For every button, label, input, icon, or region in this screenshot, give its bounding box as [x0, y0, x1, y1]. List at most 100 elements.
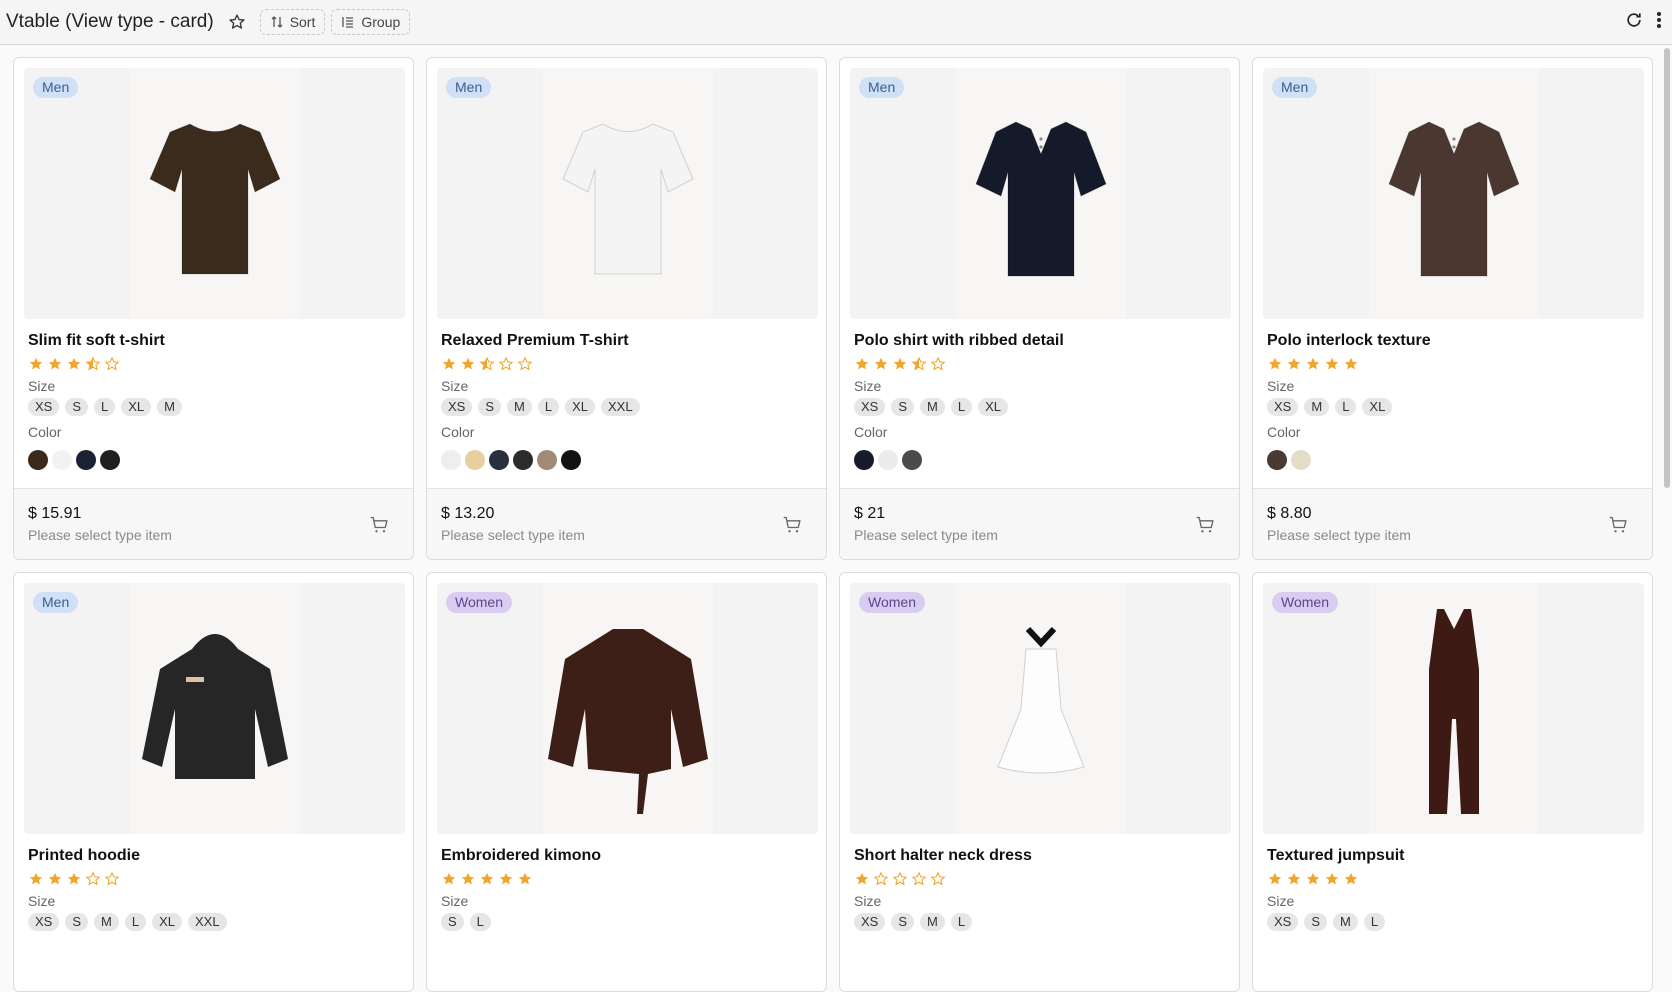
color-swatch[interactable]	[28, 450, 48, 470]
size-chip[interactable]: XL	[565, 398, 595, 416]
size-options: SL	[441, 913, 491, 931]
size-chip[interactable]: M	[1304, 398, 1330, 416]
size-chip[interactable]: M	[920, 913, 945, 931]
star-icon	[85, 871, 101, 887]
color-swatch[interactable]	[489, 450, 509, 470]
size-chip[interactable]: S	[65, 913, 89, 931]
cart-icon[interactable]	[1195, 515, 1215, 535]
size-chip[interactable]: S	[478, 398, 502, 416]
color-swatch[interactable]	[854, 450, 874, 470]
size-chip[interactable]: S	[891, 398, 915, 416]
product-card[interactable]: Men Polo shirt with ribbed detail Size XS S M…	[839, 57, 1240, 560]
product-image[interactable]	[437, 583, 818, 834]
size-chip[interactable]: XL	[121, 398, 152, 416]
size-chip[interactable]: XS	[854, 913, 886, 931]
size-chip[interactable]: XL	[978, 398, 1008, 416]
product-card[interactable]: Men Printed hoodie Size XS S M L XL XXL	[13, 572, 414, 992]
product-card[interactable]: Women Embroidered kimono Size S L	[426, 572, 827, 992]
product-image[interactable]	[24, 583, 405, 834]
star-icon	[1286, 871, 1302, 887]
star-icon	[104, 871, 120, 887]
color-swatch[interactable]	[561, 450, 581, 470]
size-chip[interactable]: XXL	[601, 398, 640, 416]
product-card[interactable]: Women Textured jumpsuit Size XS S M L	[1252, 572, 1653, 992]
color-swatch[interactable]	[441, 450, 461, 470]
cart-icon[interactable]	[1608, 515, 1628, 535]
color-swatch[interactable]	[465, 450, 485, 470]
sort-label: Sort	[289, 14, 316, 30]
cart-icon[interactable]	[782, 515, 802, 535]
size-chip[interactable]: XS	[1267, 398, 1299, 416]
size-chip[interactable]: XL	[1362, 398, 1393, 416]
size-chip[interactable]: M	[1333, 913, 1358, 931]
color-swatch[interactable]	[1267, 450, 1287, 470]
category-badge: Men	[33, 77, 79, 98]
size-chip[interactable]: L	[1363, 913, 1386, 931]
product-image[interactable]	[850, 583, 1231, 834]
more-options-icon[interactable]	[1656, 10, 1662, 35]
size-chip[interactable]: S	[891, 913, 915, 931]
star-icon	[892, 356, 908, 372]
sort-button[interactable]: Sort	[259, 9, 326, 35]
size-chip[interactable]: XXL	[188, 913, 227, 931]
product-image[interactable]	[437, 68, 818, 319]
size-chip[interactable]: L	[94, 398, 116, 416]
price: $ 21	[854, 505, 886, 522]
product-card[interactable]: Men Slim fit soft t-shirt Size XS S L XL M Color…	[13, 57, 414, 560]
product-name: Slim fit soft t-shirt	[28, 332, 165, 349]
size-chip[interactable]: M	[94, 913, 119, 931]
size-chip[interactable]: M	[507, 398, 532, 416]
product-card[interactable]: Men Relaxed Premium T-shirt Size XS S M L XL XXL…	[426, 57, 827, 560]
size-chip[interactable]: XS	[854, 398, 886, 416]
color-options	[28, 450, 120, 470]
refresh-icon[interactable]	[1624, 10, 1644, 35]
size-chip[interactable]: XS	[28, 913, 60, 931]
size-chip[interactable]: L	[950, 398, 973, 416]
card-footer: $ 8.80 Please select type item	[1253, 488, 1652, 559]
product-image[interactable]	[1263, 583, 1644, 834]
size-chip[interactable]: XL	[152, 913, 182, 931]
product-card[interactable]: Women Short halter neck dress Size XS S M L	[839, 572, 1240, 992]
rating-stars	[441, 871, 533, 887]
size-chip[interactable]: L	[1335, 398, 1357, 416]
size-label: Size	[1267, 378, 1295, 394]
rating-stars	[1267, 356, 1359, 372]
product-name: Textured jumpsuit	[1267, 847, 1405, 864]
star-icon	[66, 356, 82, 372]
star-icon	[1324, 356, 1340, 372]
color-swatch[interactable]	[52, 450, 72, 470]
color-swatch[interactable]	[537, 450, 557, 470]
scrollbar[interactable]	[1664, 48, 1670, 488]
group-button[interactable]: Group	[331, 9, 411, 35]
size-options: XS S M L	[1267, 913, 1386, 931]
product-name: Relaxed Premium T-shirt	[441, 332, 629, 349]
color-swatch[interactable]	[902, 450, 922, 470]
size-chip[interactable]: S	[1304, 913, 1328, 931]
size-chip[interactable]: XS	[1267, 913, 1299, 931]
category-badge: Women	[1272, 592, 1338, 613]
cart-icon[interactable]	[369, 515, 389, 535]
product-image[interactable]	[24, 68, 405, 319]
color-swatch[interactable]	[878, 450, 898, 470]
color-swatch[interactable]	[1291, 450, 1311, 470]
color-swatch[interactable]	[513, 450, 533, 470]
size-chip[interactable]: XS	[28, 398, 60, 416]
size-chip[interactable]: S	[65, 398, 89, 416]
size-chip[interactable]: L	[537, 398, 560, 416]
star-icon	[1343, 356, 1359, 372]
size-chip[interactable]: XS	[441, 398, 473, 416]
size-chip[interactable]: L	[124, 913, 147, 931]
favorite-star-icon[interactable]	[226, 11, 248, 33]
color-swatch[interactable]	[76, 450, 96, 470]
product-image[interactable]	[1263, 68, 1644, 319]
size-chip[interactable]: M	[157, 398, 182, 416]
product-image[interactable]	[850, 68, 1231, 319]
category-badge: Men	[859, 77, 905, 98]
size-chip[interactable]: L	[469, 913, 491, 931]
rating-stars	[1267, 871, 1359, 887]
size-chip[interactable]: M	[920, 398, 945, 416]
size-chip[interactable]: L	[950, 913, 973, 931]
color-swatch[interactable]	[100, 450, 120, 470]
size-chip[interactable]: S	[441, 913, 464, 931]
product-card[interactable]: Men Polo interlock texture Size XS M L XL Color…	[1252, 57, 1653, 560]
